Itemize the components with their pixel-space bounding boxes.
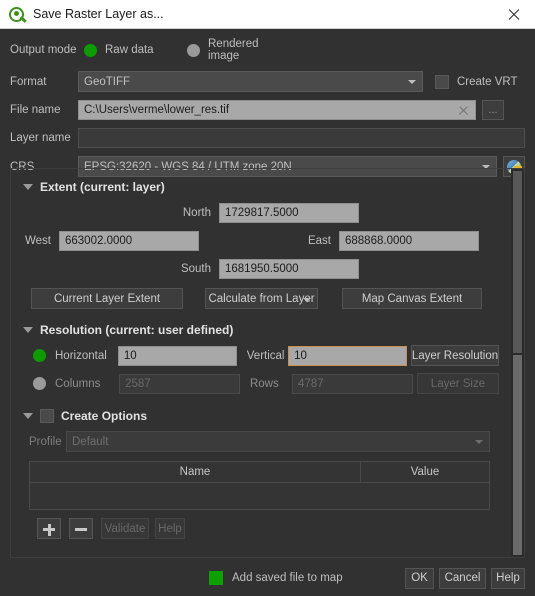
qgis-logo-icon xyxy=(8,6,27,23)
east-label: East xyxy=(307,235,331,247)
minus-icon[interactable] xyxy=(69,518,93,539)
triangle-down-icon[interactable] xyxy=(23,327,33,333)
create-options-toolbar: Validate Help xyxy=(19,518,499,539)
table-body xyxy=(30,483,489,509)
dialog-footer: Add saved file to map OK Cancel Help xyxy=(0,560,535,596)
plus-icon[interactable] xyxy=(37,518,61,539)
output-mode-label: Output mode xyxy=(10,44,77,56)
title-bar: Save Raster Layer as... xyxy=(0,0,535,29)
current-layer-extent-button[interactable]: Current Layer Extent xyxy=(31,288,183,309)
west-input[interactable]: 663002.0000 xyxy=(59,231,199,251)
calculate-from-layer-button[interactable]: Calculate from Layer xyxy=(205,288,318,309)
vertical-label: Vertical xyxy=(246,349,285,362)
resolution-size-row: Columns 2587 Rows 4787 Layer Size xyxy=(19,373,499,394)
radio-rendered-image-label[interactable]: Rendered image xyxy=(208,38,276,62)
extent-north-row: North 1729817.5000 xyxy=(19,203,499,223)
options-help-button[interactable]: Help xyxy=(155,518,185,539)
east-input[interactable]: 688868.0000 xyxy=(339,231,479,251)
extent-south-row: South 1681950.5000 xyxy=(19,259,499,279)
profile-value: Default xyxy=(72,435,109,448)
north-input[interactable]: 1729817.5000 xyxy=(219,203,359,223)
help-button[interactable]: Help xyxy=(491,567,525,589)
top-form: Output mode Raw data Rendered image Form… xyxy=(0,29,535,177)
rows-input[interactable]: 4787 xyxy=(292,373,413,394)
validate-button[interactable]: Validate xyxy=(101,518,149,539)
extent-title: Extent (current: layer) xyxy=(40,180,165,194)
extent-west-east-row: West 663002.0000 East 688868.0000 xyxy=(19,231,499,251)
create-options-table: Name Value xyxy=(29,461,490,510)
south-label: South xyxy=(180,263,211,275)
radio-resolution-mode[interactable] xyxy=(33,349,46,362)
table-header-row: Name Value xyxy=(30,462,489,483)
options-panel: Extent (current: layer) North 1729817.50… xyxy=(11,169,509,557)
calculate-from-layer-label: Calculate from Layer xyxy=(208,292,315,305)
radio-size-mode[interactable] xyxy=(33,377,46,390)
layer-name-input[interactable] xyxy=(78,128,525,148)
add-saved-file-checkbox[interactable] xyxy=(209,571,223,585)
close-icon[interactable] xyxy=(503,3,525,25)
radio-raw-data[interactable] xyxy=(84,43,97,57)
column-header-name[interactable]: Name xyxy=(30,462,361,482)
chevron-down-icon xyxy=(475,440,483,444)
format-value: GeoTIFF xyxy=(84,75,131,88)
create-options-title: Create Options xyxy=(61,409,148,423)
profile-combo[interactable]: Default xyxy=(66,431,490,452)
map-canvas-extent-button[interactable]: Map Canvas Extent xyxy=(342,288,482,309)
ok-button[interactable]: OK xyxy=(405,567,434,589)
horizontal-label: Horizontal xyxy=(55,349,107,362)
profile-label: Profile xyxy=(29,435,62,448)
extent-buttons-row: Current Layer Extent Calculate from Laye… xyxy=(19,288,499,309)
columns-label: Columns xyxy=(55,377,101,390)
chevron-down-icon xyxy=(303,297,311,302)
create-vrt-label: Create VRT xyxy=(457,75,518,88)
format-label: Format xyxy=(10,75,47,88)
window-title: Save Raster Layer as... xyxy=(33,7,164,21)
triangle-down-icon[interactable] xyxy=(23,184,33,190)
browse-button[interactable]: ... xyxy=(482,100,504,120)
columns-input[interactable]: 2587 xyxy=(119,373,240,394)
layer-size-button[interactable]: Layer Size xyxy=(416,373,499,394)
layer-name-label: Layer name xyxy=(10,132,71,144)
radio-rendered-image[interactable] xyxy=(187,43,200,57)
scrollbar-thumb[interactable] xyxy=(513,171,522,353)
create-options-section-header[interactable]: Create Options xyxy=(23,409,499,423)
format-combo[interactable]: GeoTIFF xyxy=(78,71,423,92)
file-name-value: C:\Users\verme\lower_res.tif xyxy=(84,104,230,116)
format-row: Format GeoTIFF Create VRT xyxy=(10,71,525,92)
output-mode-row: Output mode Raw data Rendered image xyxy=(10,38,525,62)
chevron-down-icon xyxy=(408,80,416,84)
layer-resolution-button[interactable]: Layer Resolution xyxy=(410,345,499,366)
column-header-value[interactable]: Value xyxy=(361,462,489,482)
rows-label: Rows xyxy=(249,377,279,390)
resolution-values-row: Horizontal 10 Vertical 10 Layer Resoluti… xyxy=(19,345,499,366)
north-label: North xyxy=(182,207,211,219)
vertical-input[interactable]: 10 xyxy=(288,345,407,366)
west-label: West xyxy=(25,235,51,247)
triangle-down-icon[interactable] xyxy=(23,413,33,419)
radio-raw-data-label[interactable]: Raw data xyxy=(105,44,173,56)
options-scroll-area: Extent (current: layer) North 1729817.50… xyxy=(10,168,525,558)
cancel-button[interactable]: Cancel xyxy=(439,567,486,589)
vertical-scrollbar[interactable] xyxy=(511,169,524,557)
south-input[interactable]: 1681950.5000 xyxy=(219,259,359,279)
profile-row: Profile Default xyxy=(19,431,499,452)
layer-name-row: Layer name xyxy=(10,128,525,148)
scrollbar-track[interactable] xyxy=(513,355,522,555)
file-name-row: File name C:\Users\verme\lower_res.tif .… xyxy=(10,100,525,120)
file-name-label: File name xyxy=(10,104,61,116)
create-vrt-checkbox[interactable] xyxy=(435,74,449,89)
add-saved-file-label: Add saved file to map xyxy=(232,572,343,584)
extent-section-header[interactable]: Extent (current: layer) xyxy=(23,180,499,194)
horizontal-input[interactable]: 10 xyxy=(117,345,237,366)
file-name-input[interactable]: C:\Users\verme\lower_res.tif xyxy=(78,100,476,120)
resolution-title: Resolution (current: user defined) xyxy=(40,323,234,337)
clear-icon[interactable] xyxy=(457,104,470,117)
create-options-checkbox[interactable] xyxy=(40,409,54,423)
resolution-section-header[interactable]: Resolution (current: user defined) xyxy=(23,323,499,337)
